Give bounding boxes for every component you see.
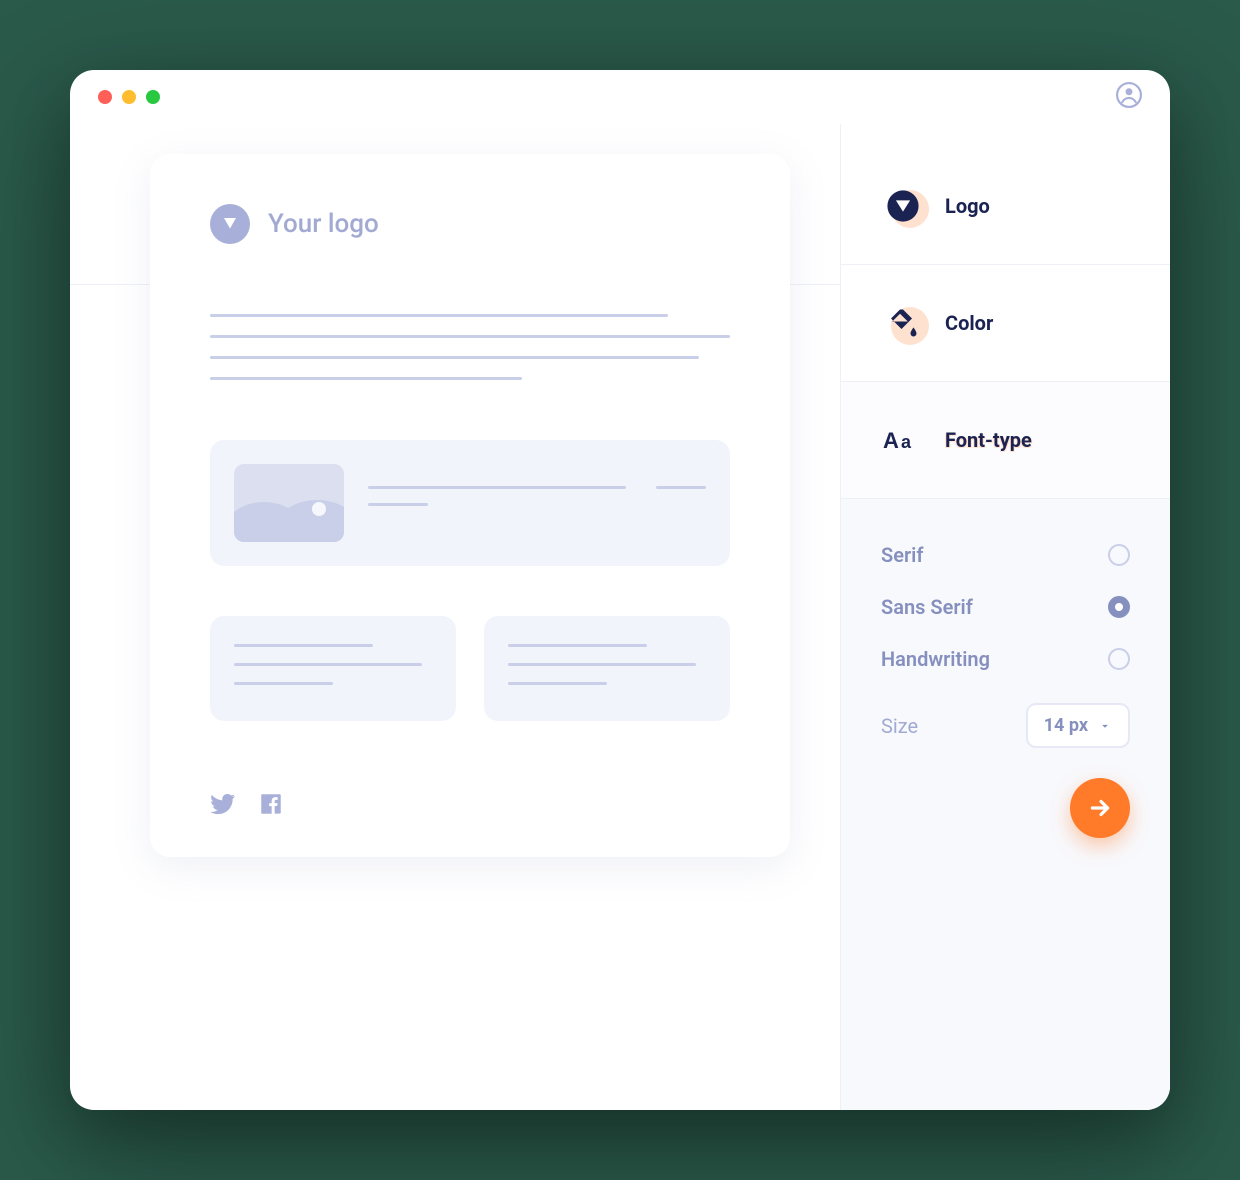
panel-section-font-type[interactable]: A a Font-type xyxy=(841,382,1170,499)
arrow-right-icon xyxy=(1087,795,1113,821)
text-line xyxy=(234,663,422,666)
twitter-icon xyxy=(210,791,236,817)
font-section-icon: A a xyxy=(881,418,925,462)
text-line xyxy=(210,335,730,338)
panel-section-color[interactable]: Color xyxy=(841,265,1170,382)
radio-unselected[interactable] xyxy=(1108,648,1130,670)
titlebar xyxy=(70,70,1170,124)
chevron-down-icon xyxy=(1098,719,1112,733)
panel-section-label: Logo xyxy=(945,194,990,218)
app-body: Your logo xyxy=(70,124,1170,1110)
media-text-placeholder xyxy=(368,486,706,520)
media-card-placeholder xyxy=(210,440,730,566)
text-line xyxy=(234,682,333,685)
text-line xyxy=(210,356,699,359)
panel-section-logo[interactable]: Logo xyxy=(841,124,1170,265)
radio-selected[interactable] xyxy=(1108,596,1130,618)
font-option-label: Handwriting xyxy=(881,647,990,671)
aa-glyph-icon: A a xyxy=(883,420,923,460)
text-line xyxy=(210,314,668,317)
paint-bucket-icon xyxy=(885,305,921,341)
paragraph-placeholder xyxy=(210,314,730,380)
logo-placeholder-row[interactable]: Your logo xyxy=(210,204,730,244)
svg-text:A: A xyxy=(883,428,899,453)
card-placeholder xyxy=(210,616,456,721)
text-line xyxy=(210,377,522,380)
text-line xyxy=(508,644,647,647)
color-section-icon xyxy=(881,301,925,345)
font-option-label: Serif xyxy=(881,543,923,567)
user-icon xyxy=(1116,82,1142,108)
svg-text:a: a xyxy=(901,432,912,452)
settings-panel: Logo Color A a Font-type xyxy=(840,124,1170,1110)
font-option-sans-serif[interactable]: Sans Serif xyxy=(881,581,1130,633)
panel-section-label: Color xyxy=(945,311,993,335)
facebook-icon xyxy=(258,791,284,817)
font-size-select[interactable]: 14 px xyxy=(1026,703,1130,748)
window-controls xyxy=(98,90,160,104)
size-label: Size xyxy=(881,714,918,738)
next-button[interactable] xyxy=(1070,778,1130,838)
close-window-button[interactable] xyxy=(98,90,112,104)
font-size-value: 14 px xyxy=(1044,715,1088,736)
text-line xyxy=(508,663,696,666)
font-option-handwriting[interactable]: Handwriting xyxy=(881,633,1130,685)
social-icons-placeholder xyxy=(210,791,730,817)
text-line xyxy=(234,644,373,647)
radio-unselected[interactable] xyxy=(1108,544,1130,566)
font-size-row: Size 14 px xyxy=(881,685,1130,748)
logo-section-icon xyxy=(881,184,925,228)
font-option-label: Sans Serif xyxy=(881,595,973,619)
font-option-serif[interactable]: Serif xyxy=(881,529,1130,581)
canvas-area: Your logo xyxy=(70,124,840,1110)
logo-mark-icon xyxy=(210,204,250,244)
logo-placeholder-label: Your logo xyxy=(268,209,379,239)
text-line xyxy=(368,486,626,489)
minimize-window-button[interactable] xyxy=(122,90,136,104)
page-preview-card: Your logo xyxy=(150,154,790,857)
user-avatar[interactable] xyxy=(1116,82,1142,112)
two-column-placeholder xyxy=(210,616,730,721)
font-options-panel: Serif Sans Serif Handwriting Size 14 px xyxy=(841,499,1170,1110)
text-line xyxy=(368,503,428,506)
panel-section-label: Font-type xyxy=(945,428,1032,452)
image-thumbnail-placeholder xyxy=(234,464,344,542)
text-line xyxy=(508,682,607,685)
text-line xyxy=(656,486,706,489)
card-placeholder xyxy=(484,616,730,721)
app-window: Your logo xyxy=(70,70,1170,1110)
maximize-window-button[interactable] xyxy=(146,90,160,104)
